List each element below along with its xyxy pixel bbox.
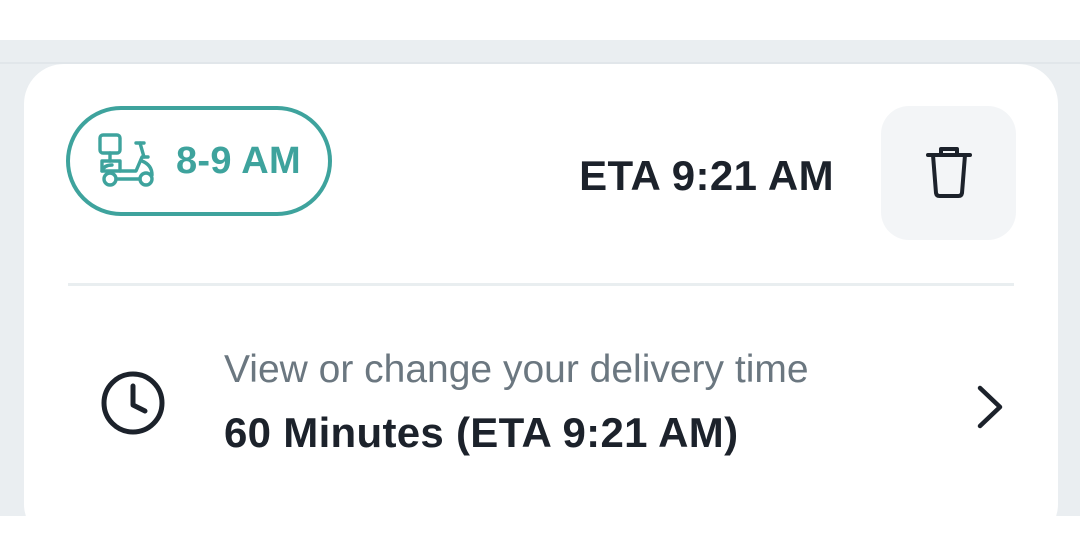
scooter-delivery-icon <box>96 131 162 191</box>
top-bar <box>0 0 1080 40</box>
order-card: 8-9 AM ETA 9:21 AM View or change your d… <box>24 64 1058 544</box>
delivery-slot-badge[interactable]: 8-9 AM <box>66 106 332 216</box>
delivery-time-value: 60 Minutes (ETA 9:21 AM) <box>224 409 739 456</box>
trash-icon <box>924 143 974 204</box>
delivery-time-row[interactable]: View or change your delivery time 60 Min… <box>24 324 1058 484</box>
clock-icon <box>100 370 166 436</box>
chevron-right-icon <box>972 384 1006 430</box>
delete-button[interactable] <box>881 106 1016 240</box>
delivery-time-caption: View or change your delivery time <box>224 348 809 391</box>
delivery-slot-label: 8-9 AM <box>176 139 301 182</box>
section-divider <box>68 283 1014 286</box>
eta-label: ETA 9:21 AM <box>579 152 834 199</box>
